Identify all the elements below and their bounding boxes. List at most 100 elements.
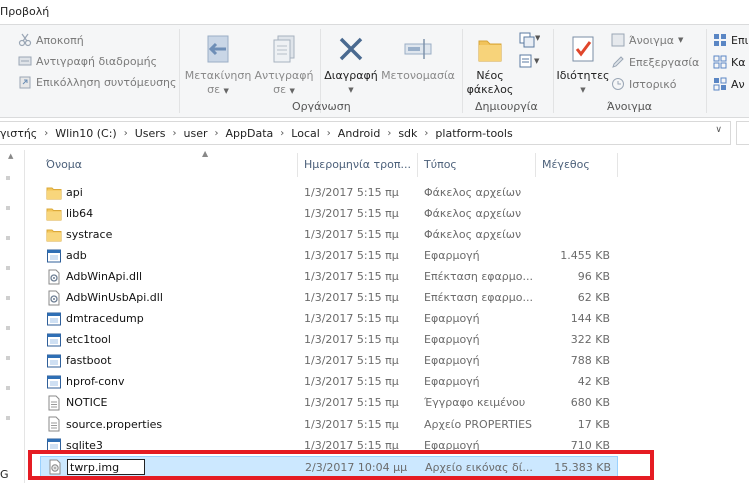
file-name: api	[66, 186, 83, 199]
breadcrumb-item[interactable]: sdk ›	[398, 127, 435, 140]
file-row[interactable]: api 1/3/2017 5:15 πμ Φάκελος αρχείων	[40, 182, 618, 203]
nav-item[interactable]	[6, 416, 10, 420]
copy-to-icon	[273, 35, 295, 63]
file-row[interactable]: source.properties 1/3/2017 5:15 πμ Αρχείο …	[40, 414, 618, 435]
search-input[interactable]	[736, 121, 749, 145]
open-button[interactable]: Άνοιγμα ▼	[611, 31, 683, 49]
properties-button[interactable]: Ιδιότητες ▼	[556, 31, 610, 97]
address-dropdown-icon[interactable]: ∨	[715, 125, 722, 135]
file-row[interactable]: sqlite3 1/3/2017 5:15 πμ Εφαρμογή 710 KB	[40, 435, 618, 456]
file-row[interactable]: etc1tool 1/3/2017 5:15 πμ Εφαρμογή 322 KB	[40, 329, 618, 350]
new-item-button[interactable]: ▼	[518, 31, 541, 52]
nav-item[interactable]	[6, 326, 10, 330]
copy-path-button[interactable]: Αντιγραφή διαδρομής	[18, 52, 157, 70]
svg-text:▼: ▼	[534, 57, 540, 65]
invert-selection-button[interactable]: Αν	[713, 75, 745, 93]
cut-button[interactable]: Αποκοπή	[18, 31, 84, 49]
new-item-icon: ▼	[519, 32, 541, 48]
column-header-name[interactable]: Όνομα	[40, 153, 298, 177]
file-size: 42 KB	[577, 375, 610, 389]
easy-access-button[interactable]: ▼	[518, 53, 540, 74]
file-row[interactable]: AdbWinUsbApi.dll 1/3/2017 5:15 πμ Επέκταση…	[40, 287, 618, 308]
file-row[interactable]: fastboot 1/3/2017 5:15 πμ Εφαρμογή 788 KB	[40, 350, 618, 371]
edit-button[interactable]: Επεξεργασία	[611, 53, 699, 71]
nav-scroll-up-icon[interactable]: ▲	[8, 152, 13, 160]
file-type: Εφαρμογή	[424, 354, 480, 368]
rename-button[interactable]: Μετονομασία	[380, 31, 456, 83]
breadcrumb-item-current[interactable]: platform-tools	[435, 127, 512, 140]
invert-selection-label: Αν	[731, 77, 745, 91]
file-name-cell: sqlite3	[46, 435, 296, 456]
open-icon	[611, 33, 625, 47]
delete-x-icon	[339, 37, 363, 61]
file-row[interactable]: hprof-conv 1/3/2017 5:15 πμ Εφαρμογή 42 KB	[40, 371, 618, 392]
nav-item[interactable]	[6, 206, 10, 210]
breadcrumb-item[interactable]: γιστής ›	[0, 127, 55, 140]
column-header-date[interactable]: Ημερομηνία τροπ...	[298, 153, 418, 177]
file-name-cell: systrace	[46, 224, 296, 245]
nav-item[interactable]	[6, 236, 10, 240]
file-row[interactable]: dmtracedump 1/3/2017 5:15 πμ Εφαρμογή 144 K…	[40, 308, 618, 329]
text-document-icon	[46, 416, 62, 432]
column-header-type[interactable]: Τύπος	[418, 153, 536, 177]
file-name-cell: dmtracedump	[46, 308, 296, 329]
history-button[interactable]: Ιστορικό	[611, 75, 677, 93]
select-all-button[interactable]: Επι	[713, 31, 748, 49]
file-row[interactable]: AdbWinApi.dll 1/3/2017 5:15 πμ Επέκταση εφ…	[40, 266, 618, 287]
file-row[interactable]: adb 1/3/2017 5:15 πμ Εφαρμογή 1.455 KB	[40, 245, 618, 266]
file-name: AdbWinApi.dll	[66, 270, 143, 284]
create-group-label: Δημιουργία	[475, 100, 538, 113]
move-to-button[interactable]: Μετακίνηση σε ▼	[185, 31, 251, 98]
nav-item[interactable]	[6, 296, 10, 300]
edit-label: Επεξεργασία	[629, 55, 700, 69]
file-name: source.properties	[66, 417, 163, 431]
rename-input[interactable]: twrp.img	[67, 459, 145, 476]
paste-shortcut-button[interactable]: Επικόλληση συντόμευσης	[18, 73, 176, 91]
breadcrumb-item[interactable]: Users ›	[135, 127, 184, 140]
delete-button[interactable]: Διαγραφή ▼	[322, 31, 380, 97]
file-type: Εφαρμογή	[424, 312, 480, 326]
nav-item[interactable]	[6, 176, 10, 180]
move-to-label: Μετακίνηση	[184, 69, 252, 82]
breadcrumb-item[interactable]: user ›	[184, 127, 226, 140]
file-name: hprof-conv	[66, 375, 125, 389]
file-date: 2/3/2017 10:04 μμ	[305, 460, 408, 474]
file-size: 144 KB	[570, 312, 610, 326]
column-header-size[interactable]: Μέγεθος	[536, 153, 618, 177]
file-type: Φάκελος αρχείων	[424, 186, 522, 199]
copy-to-button[interactable]: Αντιγραφή σε ▼	[252, 31, 316, 98]
file-row[interactable]: lib64 1/3/2017 5:15 πμ Φάκελος αρχείων	[40, 203, 618, 224]
new-folder-icon	[478, 40, 502, 62]
file-row[interactable]: NOTICE 1/3/2017 5:15 πμ Έγγραφο κειμένου 68…	[40, 392, 618, 413]
file-type: Αρχείο εικόνας δί...	[425, 460, 533, 474]
folder-icon	[46, 185, 62, 201]
file-row[interactable]: systrace 1/3/2017 5:15 πμ Φάκελος αρχείων	[40, 224, 618, 245]
file-size: 96 KB	[577, 270, 610, 284]
select-none-button[interactable]: Κα	[713, 53, 745, 71]
column-headers: ▲ Όνομα Ημερομηνία τροπ... Τύπος Μέγεθος	[40, 149, 618, 177]
ribbon-separator	[179, 29, 180, 113]
nav-item[interactable]	[6, 356, 10, 360]
application-icon	[46, 353, 62, 369]
file-name-cell: AdbWinUsbApi.dll	[46, 287, 296, 308]
file-size	[540, 224, 610, 245]
breadcrumb-item[interactable]: Android ›	[338, 127, 399, 140]
file-type: Εφαρμογή	[424, 249, 480, 263]
breadcrumb-item[interactable]: Wlin10 (C:) ›	[55, 127, 134, 140]
nav-item[interactable]	[6, 266, 10, 270]
file-type: Αρχείο PROPERTIES	[424, 417, 533, 431]
file-row-selected[interactable]: twrp.img 2/3/2017 10:04 μμ Αρχείο εικόνας …	[40, 455, 618, 477]
copy-path-icon	[18, 56, 32, 66]
breadcrumb-item[interactable]: AppData ›	[226, 127, 292, 140]
nav-item[interactable]	[6, 386, 10, 390]
invert-selection-icon	[713, 77, 727, 91]
file-name: dmtracedump	[66, 312, 144, 326]
select-none-label: Κα	[731, 55, 746, 69]
new-folder-button[interactable]: Νέος φάκελος	[464, 31, 516, 97]
file-name-cell: hprof-conv	[46, 371, 296, 392]
file-name: lib64	[66, 207, 94, 221]
tab-view[interactable]: Προβολή	[0, 5, 49, 18]
breadcrumb-item[interactable]: Local ›	[291, 127, 338, 140]
address-bar[interactable]: γιστής › Wlin10 (C:) › Users › user › AppDat…	[0, 121, 731, 145]
file-type: Εφαρμογή	[424, 333, 480, 347]
